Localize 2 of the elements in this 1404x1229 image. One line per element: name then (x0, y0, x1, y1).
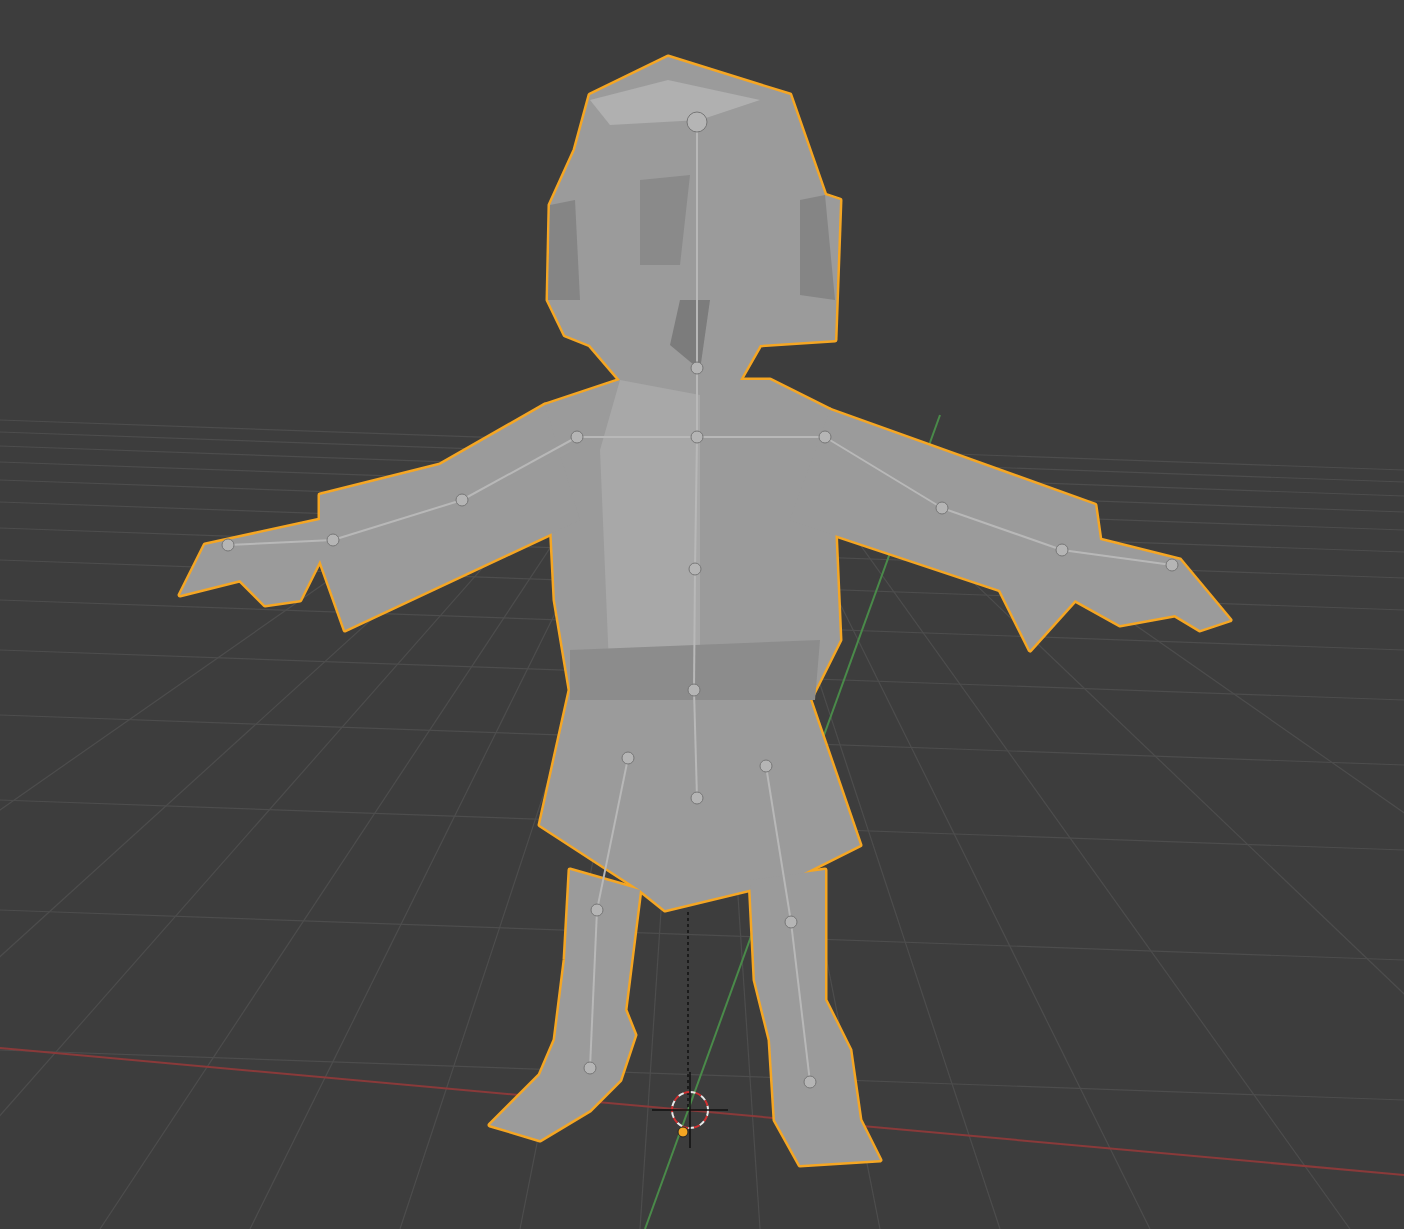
origin-dot (677, 1126, 689, 1138)
cursor-crosshair-icon (651, 1071, 729, 1149)
